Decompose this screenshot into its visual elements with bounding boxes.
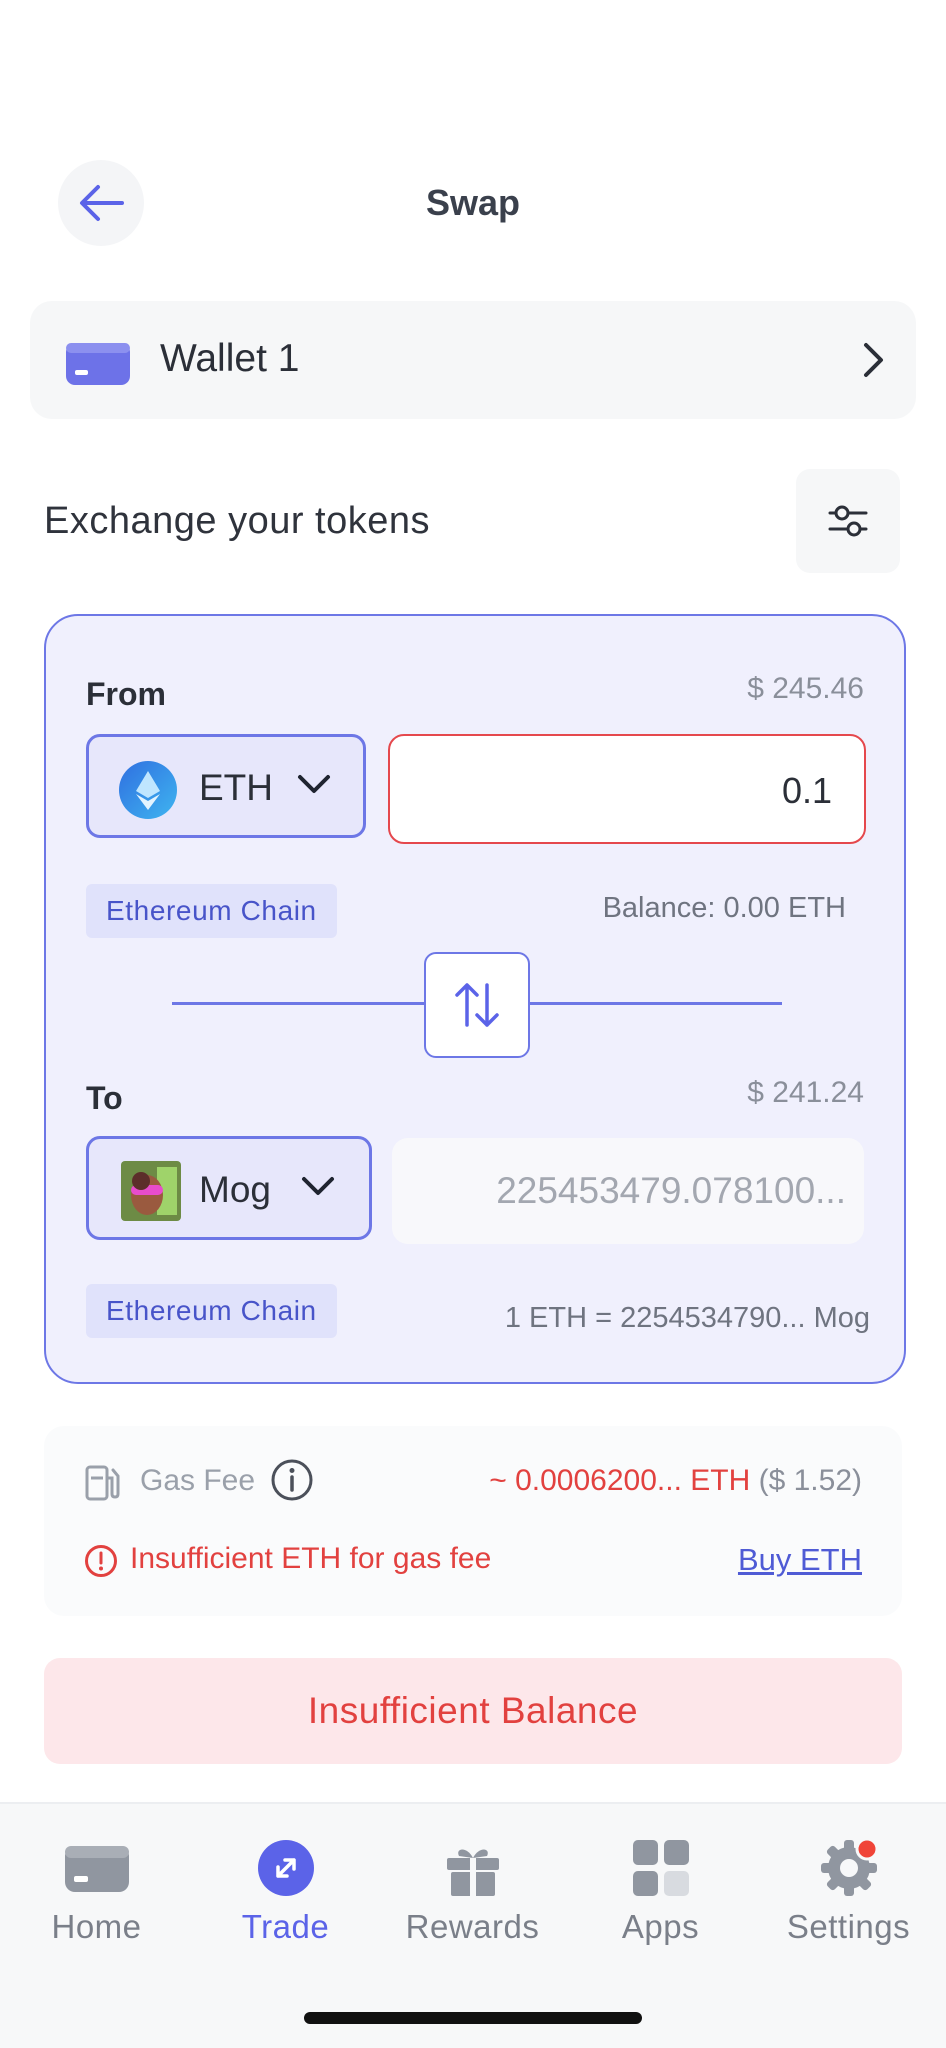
from-label: From (86, 676, 166, 712)
gas-fee-eth: ~ 0.0006200... ETH (489, 1464, 751, 1497)
from-balance: Balance: 0.00 ETH (602, 892, 846, 924)
swap-direction-button[interactable] (424, 952, 530, 1058)
nav-trade[interactable]: Trade (191, 1804, 380, 1984)
from-amount-value: 0.1 (781, 770, 832, 811)
gift-icon (446, 1849, 499, 1896)
info-icon[interactable] (270, 1458, 314, 1502)
from-chain-badge: Ethereum Chain (86, 884, 337, 938)
wallet-icon (66, 343, 130, 385)
nav-settings-label: Settings (786, 1908, 911, 1945)
exchange-heading: Exchange your tokens (44, 500, 431, 542)
notification-badge (855, 1837, 878, 1861)
alert-circle-icon (85, 1545, 117, 1577)
nav-apps[interactable]: Apps (566, 1804, 755, 1984)
mog-token-icon (121, 1161, 181, 1221)
to-amount-value: 225453479.078100... (496, 1170, 846, 1211)
home-indicator (304, 2012, 642, 2024)
to-chain-badge: Ethereum Chain (86, 1284, 337, 1338)
nav-rewards[interactable]: Rewards (378, 1804, 567, 1984)
from-token-selector[interactable]: ETH (86, 734, 366, 838)
apps-grid-icon (632, 1840, 689, 1896)
to-token-selector[interactable]: Mog (86, 1136, 372, 1240)
from-amount-input[interactable]: 0.1 (388, 734, 866, 844)
trade-icon (257, 1840, 314, 1896)
nav-trade-label: Trade (241, 1908, 330, 1945)
from-token-name: ETH (199, 767, 273, 808)
to-token-name: Mog (199, 1169, 271, 1210)
wallet-selector[interactable]: Wallet 1 (30, 301, 916, 419)
buy-eth-link[interactable]: Buy ETH (738, 1542, 862, 1578)
to-amount-output: 225453479.078100... (392, 1138, 864, 1244)
nav-settings[interactable]: Settings (754, 1804, 943, 1984)
fuel-pump-icon (85, 1465, 120, 1501)
gear-icon (820, 1837, 878, 1896)
gas-fee-usd: ($ 1.52) (758, 1464, 862, 1497)
nav-apps-label: Apps (621, 1908, 700, 1945)
swap-settings-button[interactable] (796, 469, 900, 573)
gas-fee-card: Gas Fee ~ 0.0006200... ETH ($ 1.52) Insu… (44, 1426, 902, 1616)
chevron-down-icon (302, 1177, 334, 1195)
nav-rewards-label: Rewards (405, 1908, 540, 1945)
sliders-icon (828, 505, 868, 537)
swap-card: From $ 245.46 ETH 0.1 Ethereum Chain Bal… (44, 614, 906, 1384)
swap-arrows-icon (455, 983, 499, 1027)
eth-token-icon (119, 761, 177, 819)
nav-home-label: Home (51, 1908, 142, 1945)
page-title: Swap (425, 182, 521, 223)
gas-warning-text: Insufficient ETH for gas fee (130, 1542, 492, 1575)
to-label: To (86, 1080, 123, 1116)
swap-divider-left (172, 1002, 424, 1005)
swap-divider-right (530, 1002, 782, 1005)
insufficient-balance-button[interactable]: Insufficient Balance (44, 1658, 902, 1764)
wallet-icon (64, 1846, 129, 1892)
from-usd-value: $ 245.46 (747, 672, 864, 705)
to-usd-value: $ 241.24 (747, 1076, 864, 1109)
gas-fee-value: ~ 0.0006200... ETH ($ 1.52) (489, 1464, 862, 1498)
chevron-down-icon (298, 775, 330, 793)
gas-fee-label: Gas Fee (140, 1464, 256, 1497)
chevron-right-icon (864, 343, 883, 377)
wallet-name: Wallet 1 (160, 337, 300, 380)
exchange-rate: 1 ETH = 2254534790... Mog (504, 1302, 870, 1334)
nav-home[interactable]: Home (2, 1804, 191, 1984)
